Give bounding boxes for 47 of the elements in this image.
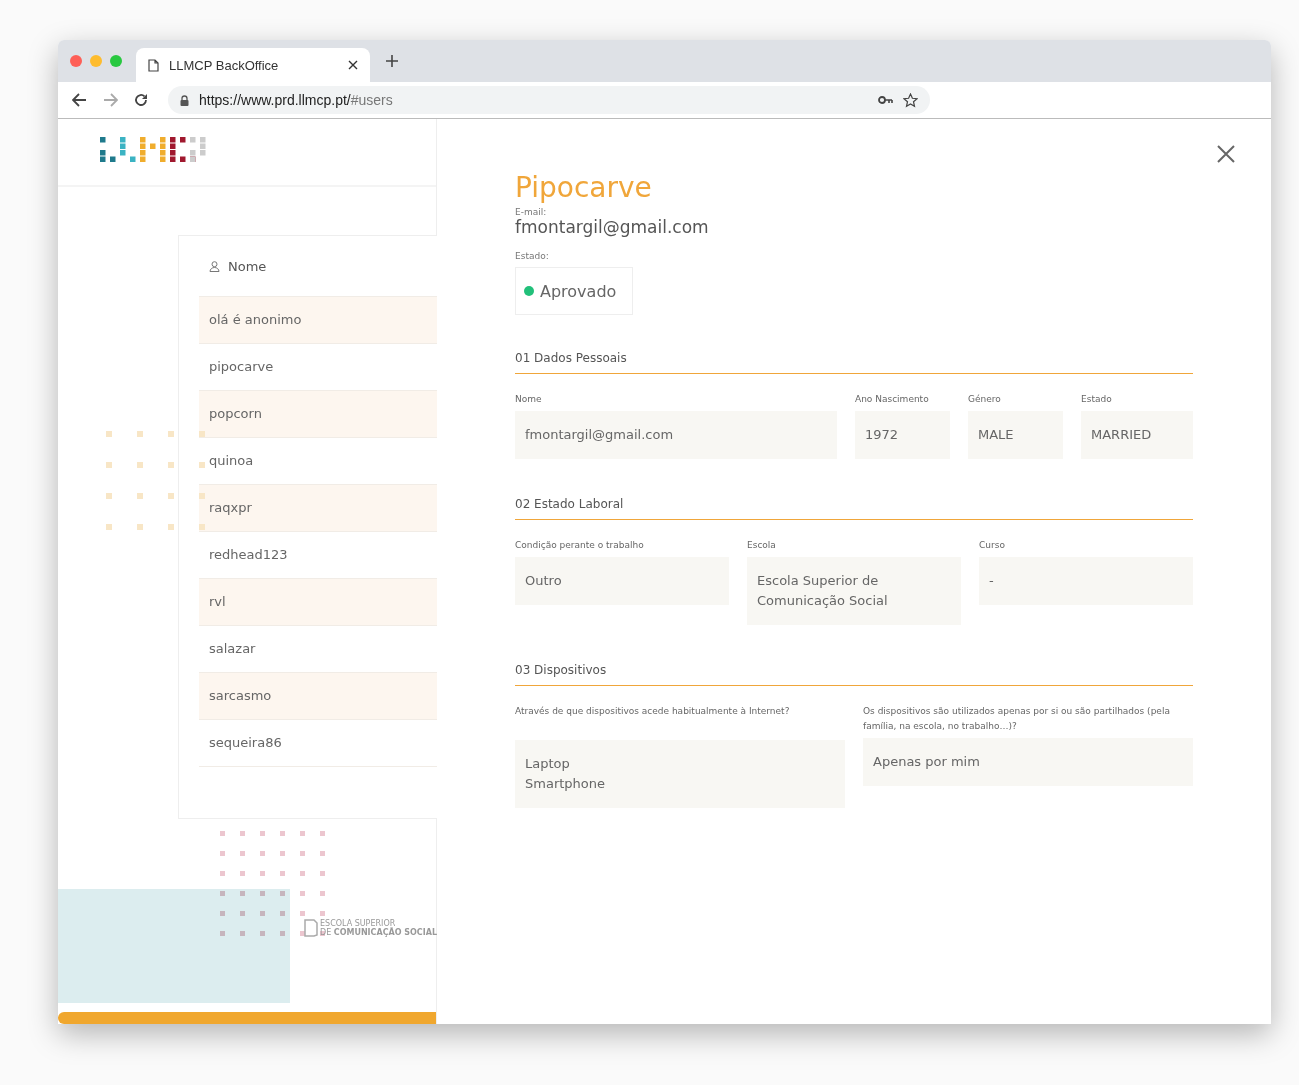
field-value: Apenas por mim xyxy=(863,738,1193,786)
url-text: https://www.prd.llmcp.pt/#users xyxy=(199,92,393,108)
school-logo-icon xyxy=(304,919,318,937)
user-list-item[interactable]: raqxpr xyxy=(199,485,437,532)
section-title: 03 Dispositivos xyxy=(515,663,1193,686)
field-value: - xyxy=(979,557,1193,605)
field-label: Curso xyxy=(979,539,1006,552)
field-label: Ano Nascimento xyxy=(855,393,930,406)
lock-icon xyxy=(180,94,189,106)
email-text: fmontargil@gmail.com xyxy=(515,217,710,237)
school-logo-text: ESCOLA SUPERIOR DE COMUNICAÇÃO SOCIAL xyxy=(320,919,437,937)
close-icon[interactable] xyxy=(1217,145,1235,163)
key-icon[interactable] xyxy=(878,96,893,104)
close-tab-icon[interactable] xyxy=(348,60,358,70)
field-label: Estado xyxy=(1081,393,1113,406)
user-list-item[interactable]: rvl xyxy=(199,579,437,626)
status-field[interactable]: Aprovado xyxy=(515,267,633,315)
user-list-item[interactable]: olá é anonimo xyxy=(199,297,437,344)
user-list-item[interactable]: popcorn xyxy=(199,391,437,438)
field-label: Condição perante o trabalho xyxy=(515,539,645,552)
user-list-item[interactable]: sarcasmo xyxy=(199,673,437,720)
field-value: fmontargil@gmail.com xyxy=(515,411,837,459)
field-value: Laptop Smartphone xyxy=(515,740,845,808)
field-value: MARRIED xyxy=(1081,411,1193,459)
user-list-item[interactable]: sequeira86 xyxy=(199,720,437,767)
section-title: 01 Dados Pessoais xyxy=(515,351,1193,374)
section-title: 02 Estado Laboral xyxy=(515,497,1193,520)
field-value: 1972 xyxy=(855,411,950,459)
document-icon xyxy=(148,58,159,72)
new-tab-icon[interactable] xyxy=(386,55,398,67)
field-value: MALE xyxy=(968,411,1063,459)
address-bar[interactable]: https://www.prd.llmcp.pt/#users xyxy=(168,86,930,114)
field-label: Através de que dispositivos acede habitualmente à Internet? xyxy=(515,705,791,718)
status-label: Estado: xyxy=(515,251,550,261)
reload-icon[interactable] xyxy=(134,93,148,107)
field-label: Género xyxy=(968,393,1002,406)
field-label: Os dispositivos são utilizados apenas por si ou são partilhados (pela família, na escola, no trabalho…)? xyxy=(863,705,1171,733)
back-icon[interactable] xyxy=(72,93,87,107)
field-value: Outro xyxy=(515,557,729,605)
field-label: Nome xyxy=(515,393,543,406)
star-icon[interactable] xyxy=(903,92,918,108)
user-icon xyxy=(209,260,220,272)
field-label: Escola xyxy=(747,539,777,552)
field-value: Escola Superior de Comunicação Social xyxy=(747,557,961,625)
browser-tab[interactable]: LLMCP BackOffice xyxy=(136,48,370,82)
user-title: Pipocarve xyxy=(515,171,653,205)
email-label: E-mail: xyxy=(515,207,548,217)
